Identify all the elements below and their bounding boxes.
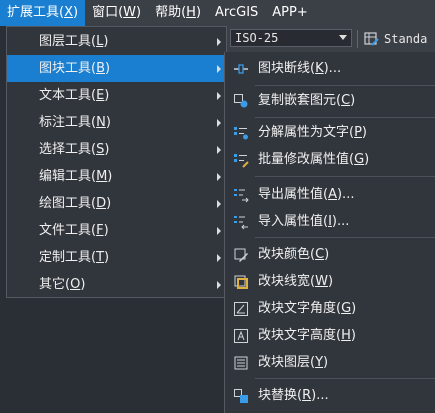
submenu-arrow-icon (217, 119, 221, 127)
menu-item-dimension-tools[interactable]: 标注工具(N) (7, 109, 226, 136)
text-style-value[interactable]: Standa (384, 30, 427, 48)
menu-item-other[interactable]: 其它(O) (7, 271, 226, 298)
menu-item-edit-tools[interactable]: 编辑工具(M) (7, 163, 226, 190)
menu-item-copy-nested[interactable]: 复制嵌套图元(C) (225, 88, 435, 114)
menu-extension-tools[interactable]: 扩展工具(X) (0, 0, 86, 26)
copy-nested-icon (233, 93, 249, 109)
explode-attribute-icon (233, 125, 249, 141)
extension-tools-menu: 图层工具(L) 图块工具(B) 文本工具(E) 标注工具(N) 选择工具(S) … (6, 26, 227, 298)
menu-item-custom-tools[interactable]: 定制工具(T) (7, 244, 226, 271)
menu-item-block-tools[interactable]: 图块工具(B) (7, 55, 226, 82)
menu-item-block-text-angle[interactable]: 改块文字角度(G) (225, 296, 435, 322)
import-attribute-icon (233, 214, 249, 230)
menu-window[interactable]: 窗口(W) (85, 0, 148, 26)
block-text-angle-icon (233, 301, 249, 317)
menu-item-text-tools[interactable]: 文本工具(E) (7, 82, 226, 109)
submenu-arrow-icon (217, 254, 221, 262)
submenu-arrow-icon (217, 65, 221, 73)
menu-item-block-layer[interactable]: 改块图层(Y) (225, 350, 435, 376)
menu-divider (255, 85, 435, 86)
menu-divider (255, 176, 435, 177)
export-attribute-icon (233, 187, 249, 203)
menu-item-block-replace[interactable]: 块替换(R)... (225, 383, 435, 409)
menu-item-export-attribute[interactable]: 导出属性值(A)... (225, 182, 435, 208)
menu-item-block-break[interactable]: 图块断线(K)... (225, 56, 435, 82)
submenu-arrow-icon (217, 173, 221, 181)
block-color-icon (233, 247, 249, 263)
block-break-icon (233, 61, 249, 77)
menu-item-block-text-height[interactable]: 改块文字高度(H) (225, 323, 435, 349)
batch-attribute-icon (233, 152, 249, 168)
submenu-arrow-icon (217, 146, 221, 154)
block-lineweight-icon (233, 274, 249, 290)
dimension-style-select[interactable]: ISO-25 (230, 29, 352, 47)
table-style-icon[interactable] (363, 31, 379, 47)
submenu-arrow-icon (217, 92, 221, 100)
menu-item-draw-tools[interactable]: 绘图工具(D) (7, 190, 226, 217)
submenu-arrow-icon (217, 38, 221, 46)
menu-bar: 扩展工具(X) 窗口(W) 帮助(H) ArcGIS APP+ (0, 0, 435, 26)
menu-item-file-tools[interactable]: 文件工具(F) (7, 217, 226, 244)
menu-item-batch-attribute[interactable]: 批量修改属性值(G) (225, 147, 435, 173)
menu-divider (255, 378, 435, 379)
block-text-height-icon (233, 328, 249, 344)
menu-item-layer-tools[interactable]: 图层工具(L) (7, 28, 226, 55)
menu-arcgis[interactable]: ArcGIS (208, 0, 265, 26)
dimension-style-value: ISO-25 (235, 31, 279, 45)
menu-item-explode-attribute[interactable]: 分解属性为文字(P) (225, 120, 435, 146)
block-layer-icon (233, 355, 249, 371)
style-toolbar: ISO-25 Standa (226, 26, 435, 53)
submenu-arrow-icon (217, 281, 221, 289)
menu-divider (255, 117, 435, 118)
chevron-down-icon (339, 35, 347, 40)
toolbar-divider (357, 30, 358, 48)
menu-help[interactable]: 帮助(H) (148, 0, 208, 26)
submenu-arrow-icon (217, 200, 221, 208)
menu-item-block-lineweight[interactable]: 改块线宽(W) (225, 269, 435, 295)
menu-item-block-color[interactable]: 改块颜色(C) (225, 242, 435, 268)
submenu-arrow-icon (217, 227, 221, 235)
menu-divider (255, 237, 435, 238)
menu-item-import-attribute[interactable]: 导入属性值(I)... (225, 209, 435, 235)
block-tools-submenu: 图块断线(K)... 复制嵌套图元(C) 分解属性为文字(P) 批量修改属性值(… (224, 52, 435, 413)
menu-item-select-tools[interactable]: 选择工具(S) (7, 136, 226, 163)
block-replace-icon (233, 388, 249, 404)
menu-app-plus[interactable]: APP+ (265, 0, 314, 26)
